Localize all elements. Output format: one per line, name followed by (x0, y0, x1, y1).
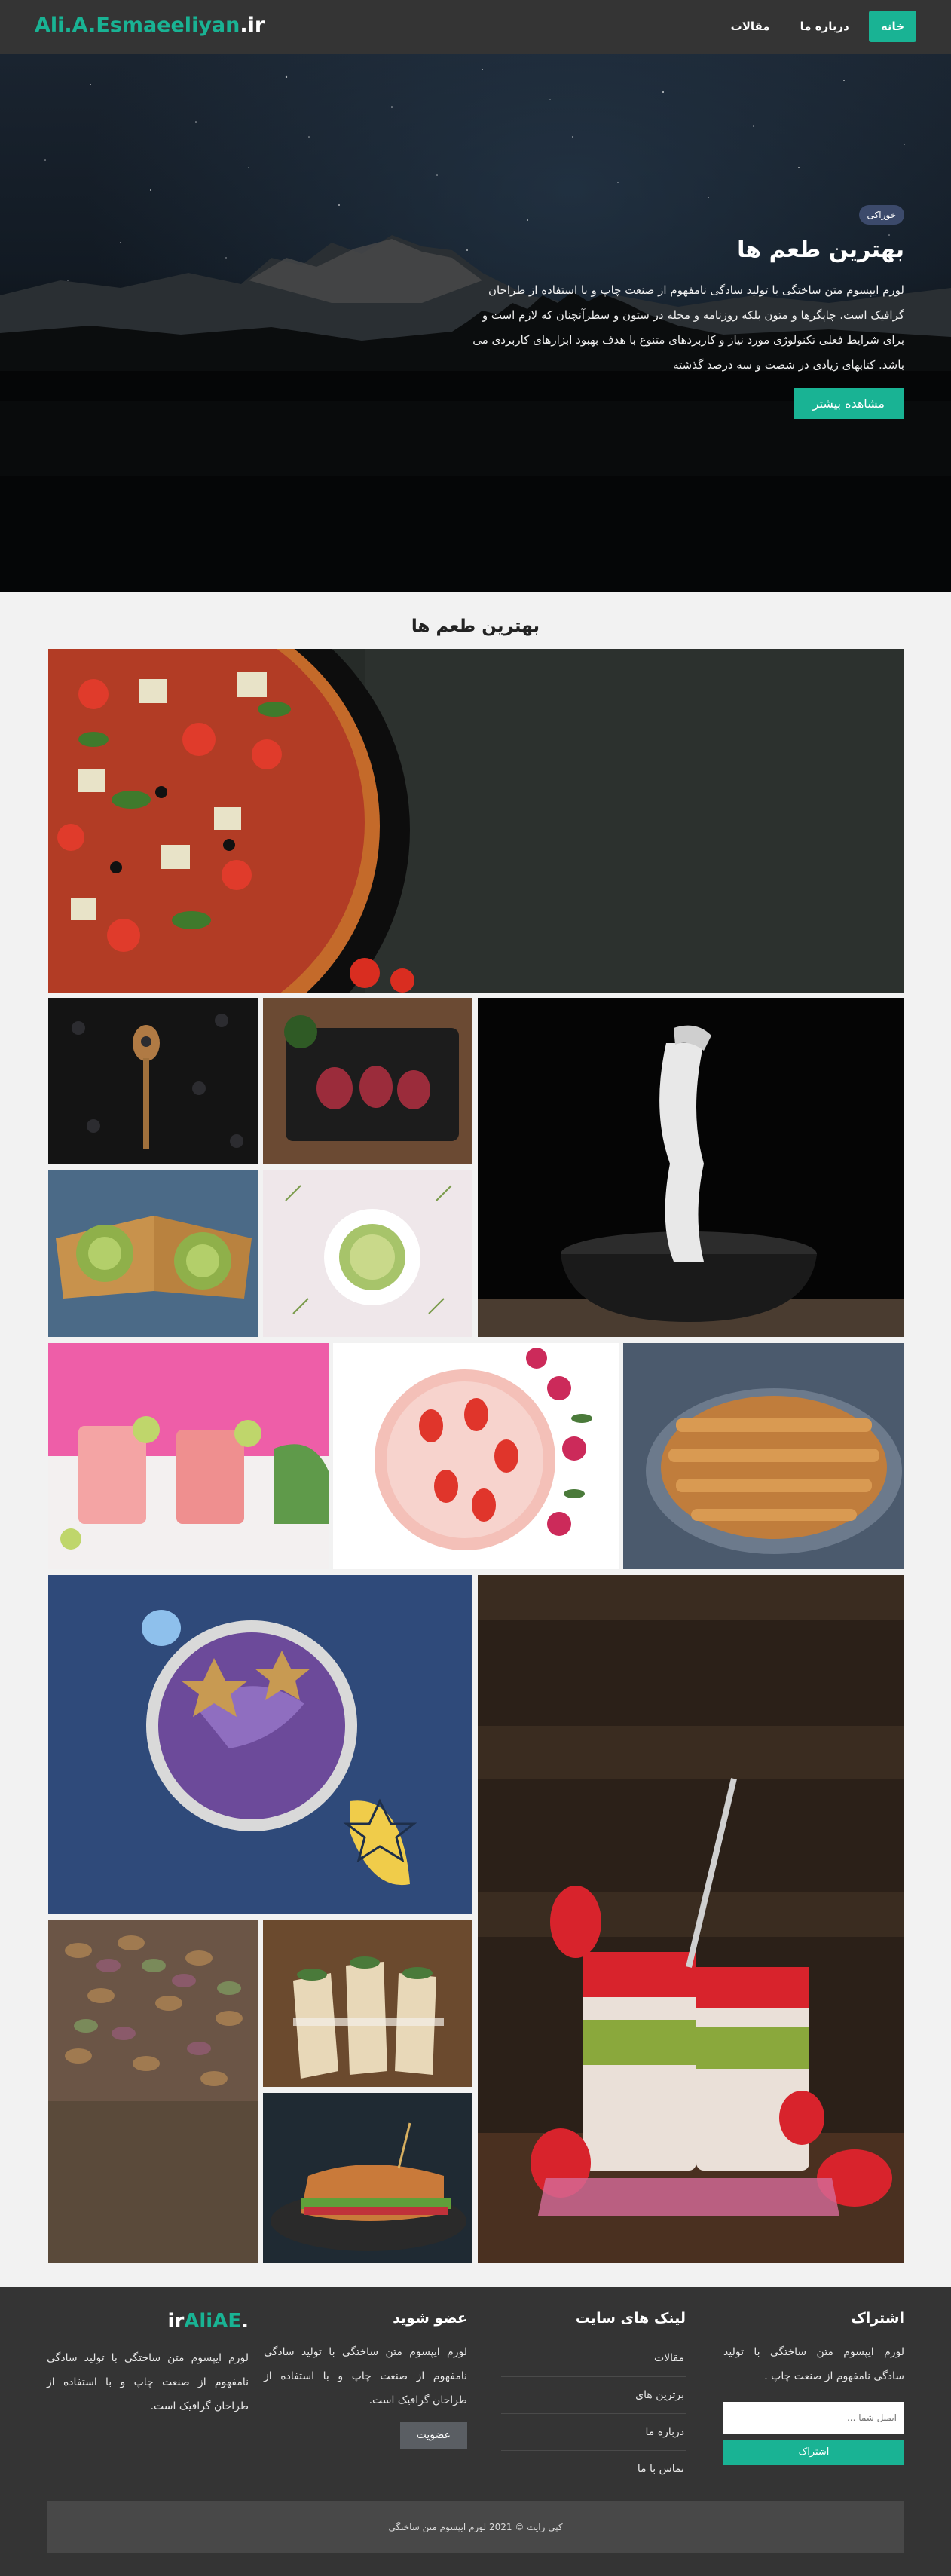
nav-links: خانه درباره ما مقالات (720, 11, 916, 42)
nav-link-home[interactable]: خانه (868, 11, 916, 42)
gallery-image-avocado[interactable] (48, 1170, 258, 1337)
join-button[interactable]: عضویت (399, 2422, 467, 2449)
footer-subscribe: اشتراک لورم ایپسوم متن ساختگی با تولید س… (723, 2310, 904, 2465)
gallery-image-zucchini[interactable] (263, 1170, 472, 1337)
gallery-image-purple-bowl[interactable] (48, 1575, 472, 1914)
nav-link-articles[interactable]: مقالات (720, 11, 781, 42)
links-title: لینک های سایت (575, 2310, 686, 2327)
gallery-image-strawberry-dessert[interactable] (478, 1575, 904, 2263)
email-input[interactable] (723, 2402, 904, 2434)
subscribe-text: لورم ایپسوم متن ساختگی با تولید سادگی نا… (723, 2346, 904, 2382)
gallery-image-pink-smoothie[interactable] (48, 1343, 329, 1569)
footer-link-about[interactable]: درباره ما (501, 2414, 686, 2451)
footer-links: لینک های سایت مقالات برترین های درباره م… (501, 2310, 686, 2488)
brand-logo[interactable]: Ali.A.Esmaeeliyan.ir (35, 14, 265, 37)
gallery-image-meat[interactable] (263, 998, 472, 1164)
gallery-image-apple-pie[interactable] (623, 1343, 904, 1569)
hero-banner: خوراکی بهترین طعم ها لورم ایپسوم متن ساخ… (0, 54, 951, 592)
footer-about: .irAliAE لورم ایپسوم متن ساختگی با تولید… (47, 2310, 249, 2418)
gallery-image-noodles[interactable] (478, 998, 904, 1337)
gallery-image-pizza[interactable] (48, 649, 904, 993)
gallery-image-wraps[interactable] (263, 1920, 472, 2087)
footer-links-list: مقالات برترین های درباره ما تماس با ما (501, 2340, 686, 2488)
about-text: لورم ایپسوم متن ساختگی با تولید سادگی نا… (47, 2352, 249, 2412)
footer: اشتراک لورم ایپسوم متن ساختگی با تولید س… (0, 2287, 951, 2576)
footer-link-top[interactable]: برترین های (501, 2377, 686, 2414)
subscribe-button[interactable]: اشتراک (723, 2440, 904, 2465)
subscribe-title: اشتراک (851, 2310, 904, 2327)
footer-join: عضو شوید لورم ایپسوم متن ساختگی با تولید… (264, 2310, 467, 2449)
gallery-image-sandwich[interactable] (263, 2093, 472, 2263)
footer-link-articles[interactable]: مقالات (501, 2340, 686, 2377)
gallery-title: بهترین طعم ها (411, 616, 540, 636)
footer-logo[interactable]: .irAliAE (47, 2310, 249, 2333)
nav-link-about[interactable]: درباره ما (790, 11, 860, 42)
see-more-button[interactable]: مشاهده بیشتر (793, 388, 904, 419)
gallery-image-blackberries[interactable] (48, 998, 258, 1164)
navbar: Ali.A.Esmaeeliyan.ir خانه درباره ما مقال… (0, 0, 951, 54)
footer-link-contact[interactable]: تماس با ما (501, 2451, 686, 2488)
hero-content: خوراکی بهترین طعم ها لورم ایپسوم متن ساخ… (467, 205, 904, 419)
hero-text: لورم ایپسوم متن ساختگی با تولید سادگی نا… (472, 283, 904, 372)
category-badge[interactable]: خوراکی (858, 205, 904, 225)
gallery-image-strawberry-bowl[interactable] (333, 1343, 619, 1569)
gallery-image-pasta[interactable] (48, 1920, 258, 2263)
copyright-bar: کپی رایت © 2021 لورم ایپسوم متن ساختگی (47, 2501, 904, 2553)
join-text: لورم ایپسوم متن ساختگی با تولید سادگی نا… (264, 2346, 467, 2406)
hero-title: بهترین طعم ها (737, 237, 904, 263)
join-title: عضو شوید (393, 2310, 467, 2327)
